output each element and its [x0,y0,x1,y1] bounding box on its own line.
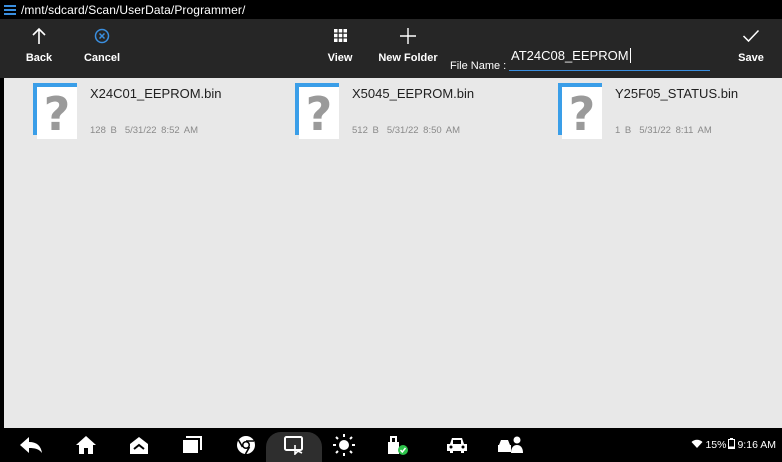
file-list: ? X24C01_EEPROM.bin 128 B 5/31/22 8:52 AM… [4,78,782,428]
clock-time: 9:16 AM [737,439,776,451]
file-meta: 1 B 5/31/22 8:11 AM [615,125,712,136]
file-size: 512 B [352,125,379,136]
file-name: X5045_EEPROM.bin [352,86,475,101]
car-icon[interactable] [443,428,471,462]
file-meta: 512 B 5/31/22 8:50 AM [352,125,460,136]
remote-support-icon[interactable] [495,428,525,462]
file-date: 5/31/22 8:11 AM [639,125,712,136]
scan-home-icon[interactable] [125,428,153,462]
file-meta: 128 B 5/31/22 8:52 AM [90,125,198,136]
path-text: /mnt/sdcard/Scan/UserData/Programmer/ [21,2,246,17]
checkmark-icon [742,19,760,52]
browser-icon[interactable] [232,428,260,462]
grid-view-icon [333,19,347,52]
back-button[interactable]: Back [20,19,58,78]
save-label: Save [738,52,764,64]
unknown-file-icon: ? [295,83,343,139]
file-date: 5/31/22 8:52 AM [124,125,199,136]
text-caret [629,48,631,63]
menu-icon[interactable] [4,4,16,15]
back-arrow-icon[interactable] [16,428,46,462]
vci-icon[interactable] [383,428,411,462]
path-bar: /mnt/sdcard/Scan/UserData/Programmer/ [0,0,782,19]
file-name: X24C01_EEPROM.bin [90,86,222,101]
cancel-circle-icon [94,19,110,52]
file-name-value: AT24C08_EEPROM [511,48,629,63]
plus-icon [399,19,417,52]
view-button[interactable]: View [322,19,358,78]
brightness-icon[interactable] [330,428,358,462]
file-size: 128 B [90,125,117,136]
file-name-input[interactable]: AT24C08_EEPROM [509,48,710,71]
save-button[interactable]: Save [733,19,769,78]
file-item[interactable]: ? X5045_EEPROM.bin 512 B 5/31/22 8:50 AM [266,78,496,148]
toolbar: Back Cancel View New Folder File Name : … [0,19,782,78]
navigation-bar: 15% 9:16 AM [0,428,782,462]
back-label: Back [25,52,53,64]
file-name-label: File Name : [450,60,507,72]
home-icon[interactable] [72,428,100,462]
new-folder-button[interactable]: New Folder [377,19,439,78]
wifi-icon [691,439,703,452]
file-size: 1 B [615,125,632,136]
view-label: View [327,52,353,64]
file-date: 5/31/22 8:50 AM [386,125,461,136]
new-folder-label: New Folder [378,52,438,64]
recent-apps-icon[interactable] [178,428,206,462]
cancel-label: Cancel [83,52,121,64]
file-item[interactable]: ? Y25F05_STATUS.bin 1 B 5/31/22 8:11 AM [529,78,759,148]
unknown-file-icon: ? [558,83,606,139]
screenshot-icon[interactable] [280,428,308,462]
battery-icon [728,438,736,452]
arrow-up-icon [31,19,47,52]
cancel-button[interactable]: Cancel [84,19,120,78]
unknown-file-icon: ? [33,83,81,139]
battery-percent: 15% [705,439,727,451]
file-name: Y25F05_STATUS.bin [615,86,739,101]
status-area: 15% 9:16 AM [691,438,776,452]
file-item[interactable]: ? X24C01_EEPROM.bin 128 B 5/31/22 8:52 AM [4,78,234,148]
